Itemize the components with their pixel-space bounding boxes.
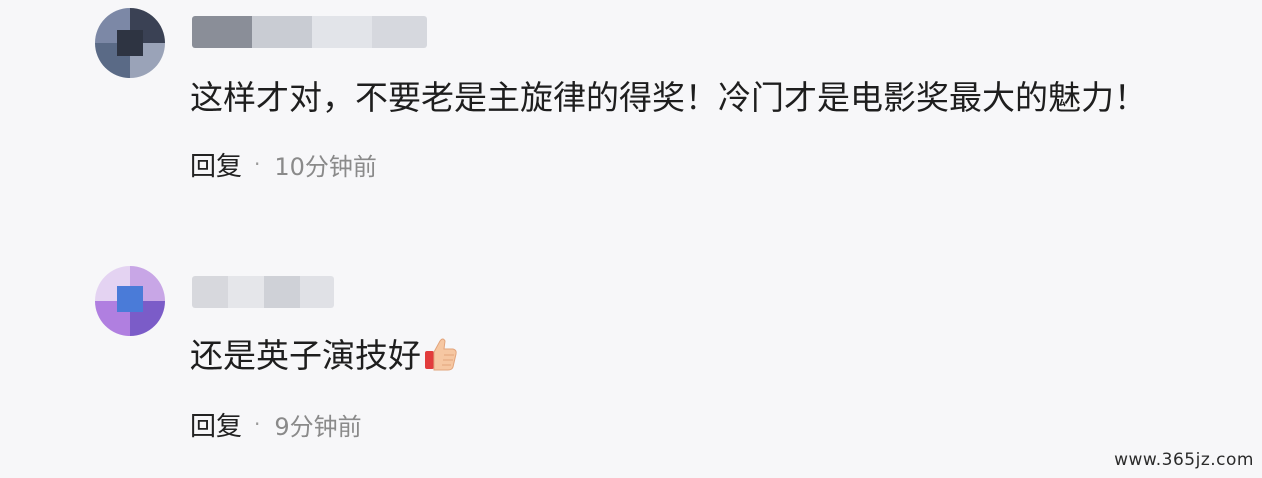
username-mosaic <box>192 276 228 308</box>
username-mosaic <box>192 16 252 48</box>
reply-button[interactable]: 回复 <box>190 406 242 443</box>
avatar-mosaic <box>117 286 143 312</box>
username-mosaic <box>372 16 427 48</box>
username-mosaic <box>300 276 334 308</box>
avatar[interactable] <box>95 8 165 78</box>
watermark-text: www.365jz.com <box>1114 450 1254 470</box>
comment-time: 9分钟前 <box>274 412 362 441</box>
comment-text-content: 还是英子演技好 <box>190 336 421 375</box>
separator-dot: · <box>254 152 261 176</box>
username-mosaic <box>312 16 372 48</box>
comment-meta: 回复 · 9分钟前 <box>190 406 362 442</box>
comment-text: 还是英子演技好 <box>190 334 459 378</box>
thumbs-up-icon <box>423 335 459 373</box>
separator-dot: · <box>254 412 261 436</box>
username-blurred[interactable] <box>192 276 334 308</box>
username-mosaic <box>228 276 264 308</box>
username-mosaic <box>252 16 312 48</box>
username-mosaic <box>264 276 300 308</box>
comment-time: 10分钟前 <box>274 152 377 181</box>
username-blurred[interactable] <box>192 16 427 48</box>
avatar[interactable] <box>95 266 165 336</box>
avatar-mosaic <box>117 30 143 56</box>
reply-button[interactable]: 回复 <box>190 146 242 183</box>
comment-text: 这样才对，不要老是主旋律的得奖！冷门才是电影奖最大的魅力！ <box>190 78 1147 117</box>
comment-meta: 回复 · 10分钟前 <box>190 146 377 182</box>
